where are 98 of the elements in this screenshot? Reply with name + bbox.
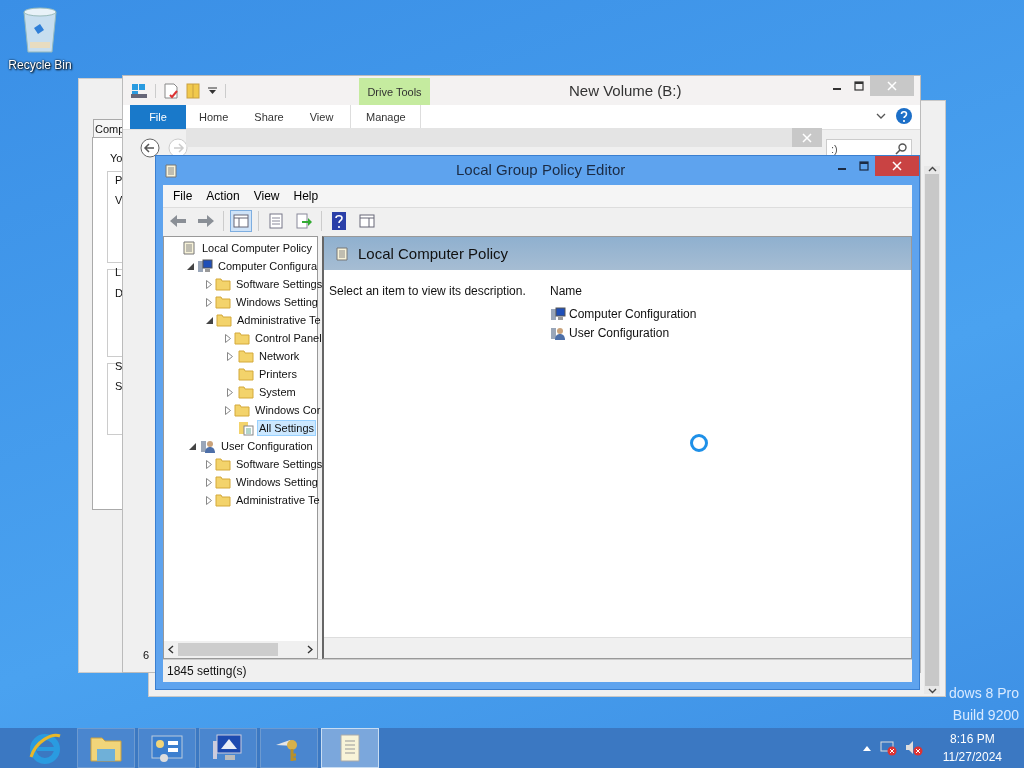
tree-item[interactable]: Network [257, 348, 302, 364]
scroll-icon [334, 245, 350, 262]
text-fragment: Yo [110, 152, 123, 164]
folder-icon [234, 402, 250, 418]
tree-item[interactable]: Administrative Te [235, 312, 323, 328]
close-button[interactable] [875, 156, 919, 176]
text-fragment: D [115, 287, 123, 299]
contextual-tab-group: Drive Tools [359, 78, 430, 105]
text-fragment: V [115, 194, 123, 206]
ribbon-tab[interactable]: View [296, 105, 347, 129]
browser-e-icon[interactable] [28, 731, 62, 765]
expanded-arrow-icon[interactable] [206, 316, 213, 324]
expanded-arrow-icon[interactable] [187, 262, 194, 270]
tree-item[interactable]: Windows Setting [234, 474, 320, 490]
collapsed-arrow-icon[interactable] [227, 387, 233, 397]
pane-title: Local Computer Policy [358, 245, 509, 262]
window-title: New Volume (B:) [569, 82, 682, 99]
folder-icon [215, 474, 231, 490]
taskbar-button[interactable] [199, 728, 257, 768]
network-error-icon[interactable] [878, 740, 897, 756]
folder-icon [238, 348, 254, 364]
control-panel-icon[interactable] [150, 733, 184, 763]
user-icon [200, 438, 216, 454]
list-item[interactable]: Computer Configuration [569, 306, 697, 321]
tree-item[interactable]: User Configuration [219, 438, 315, 454]
tree-item[interactable]: Software Settings [234, 276, 325, 292]
scroll-icon [163, 162, 179, 179]
tree-item[interactable]: Windows Setting [234, 294, 320, 310]
text-fragment: P [115, 174, 123, 186]
list-item[interactable]: User Configuration [569, 325, 670, 340]
menu-item[interactable]: View [246, 189, 287, 203]
folder-icon [215, 294, 231, 310]
recycle-bin-icon[interactable] [20, 6, 60, 54]
window-title: Local Group Policy Editor [456, 161, 626, 178]
properties-icon[interactable] [164, 82, 178, 99]
help-icon[interactable] [896, 108, 912, 124]
expanded-arrow-icon[interactable] [188, 442, 196, 450]
menu-item[interactable]: Help [286, 189, 326, 203]
horizontal-scrollbar[interactable] [164, 641, 317, 658]
tree-item[interactable]: Windows Cor [253, 402, 323, 418]
computer-icon [550, 305, 566, 322]
search-icon [895, 143, 907, 155]
tree-item[interactable]: Software Settings [234, 456, 325, 472]
tree-item[interactable]: All Settings [257, 420, 317, 436]
status-text: 6 [143, 649, 150, 661]
new-folder-icon[interactable] [186, 82, 200, 99]
folder-icon [215, 492, 231, 508]
ribbon-tab[interactable]: Share [241, 105, 297, 129]
menu-item[interactable]: File [166, 189, 200, 203]
folder-icon [216, 312, 232, 328]
collapsed-arrow-icon[interactable] [227, 351, 233, 361]
taskbar-button[interactable] [138, 728, 196, 768]
settings-list-icon [238, 420, 254, 436]
drive-icon[interactable] [131, 82, 147, 99]
collapsed-arrow-icon[interactable] [225, 405, 231, 415]
monitor-icon[interactable] [211, 733, 245, 763]
back-button-icon[interactable] [140, 138, 160, 158]
ribbon-tab[interactable]: Home [186, 105, 242, 129]
collapsed-arrow-icon[interactable] [206, 279, 212, 289]
menu-item[interactable]: Action [199, 189, 247, 203]
tree-item[interactable]: System [257, 384, 298, 400]
tree-item[interactable]: Local Computer Policy [200, 240, 315, 256]
tree-item[interactable]: Control Panel [253, 330, 324, 346]
clock[interactable]: 8:16 PM 11/27/2024 [930, 732, 1002, 764]
folder-icon [215, 276, 231, 292]
folder-icon [238, 384, 254, 400]
column-header[interactable]: Name [550, 284, 582, 298]
collapsed-arrow-icon[interactable] [206, 477, 212, 487]
tree-item[interactable]: Administrative Te [234, 492, 322, 508]
folder-icon [215, 456, 231, 472]
text-fragment: L [115, 266, 122, 278]
show-hidden-icons-icon[interactable] [862, 745, 871, 751]
maximize-icon[interactable] [854, 81, 864, 91]
vertical-scrollbar[interactable] [924, 166, 940, 694]
collapsed-arrow-icon[interactable] [206, 297, 212, 307]
collapsed-arrow-icon[interactable] [206, 459, 212, 469]
edition-watermark: dows 8 Pro [948, 685, 1019, 701]
tree-item[interactable]: Printers [257, 366, 299, 382]
clock-date: 11/27/2024 [942, 750, 1002, 764]
text-fragment: S [115, 380, 123, 392]
ribbon-tab[interactable]: File [130, 105, 186, 129]
edition-watermark: Build 9200 [952, 707, 1019, 723]
status-text: 1845 setting(s) [167, 664, 247, 678]
chevron-down-icon[interactable] [876, 112, 886, 120]
close-icon[interactable] [892, 161, 902, 171]
computer-icon [197, 258, 213, 274]
tree-item[interactable]: Computer Configura [216, 258, 320, 274]
folder-icon [234, 330, 250, 346]
dropdown-caret-icon[interactable] [208, 86, 217, 95]
description-text: Select an item to view its description. [329, 284, 526, 298]
text-fragment: S [115, 360, 123, 372]
clock-time: 8:16 PM [950, 732, 995, 746]
muted-speaker-icon[interactable] [904, 740, 923, 756]
folder-icon [238, 366, 254, 382]
collapsed-arrow-icon[interactable] [206, 495, 212, 505]
maximize-icon[interactable] [859, 161, 869, 171]
scroll-icon [181, 240, 197, 256]
collapsed-arrow-icon[interactable] [225, 333, 231, 343]
